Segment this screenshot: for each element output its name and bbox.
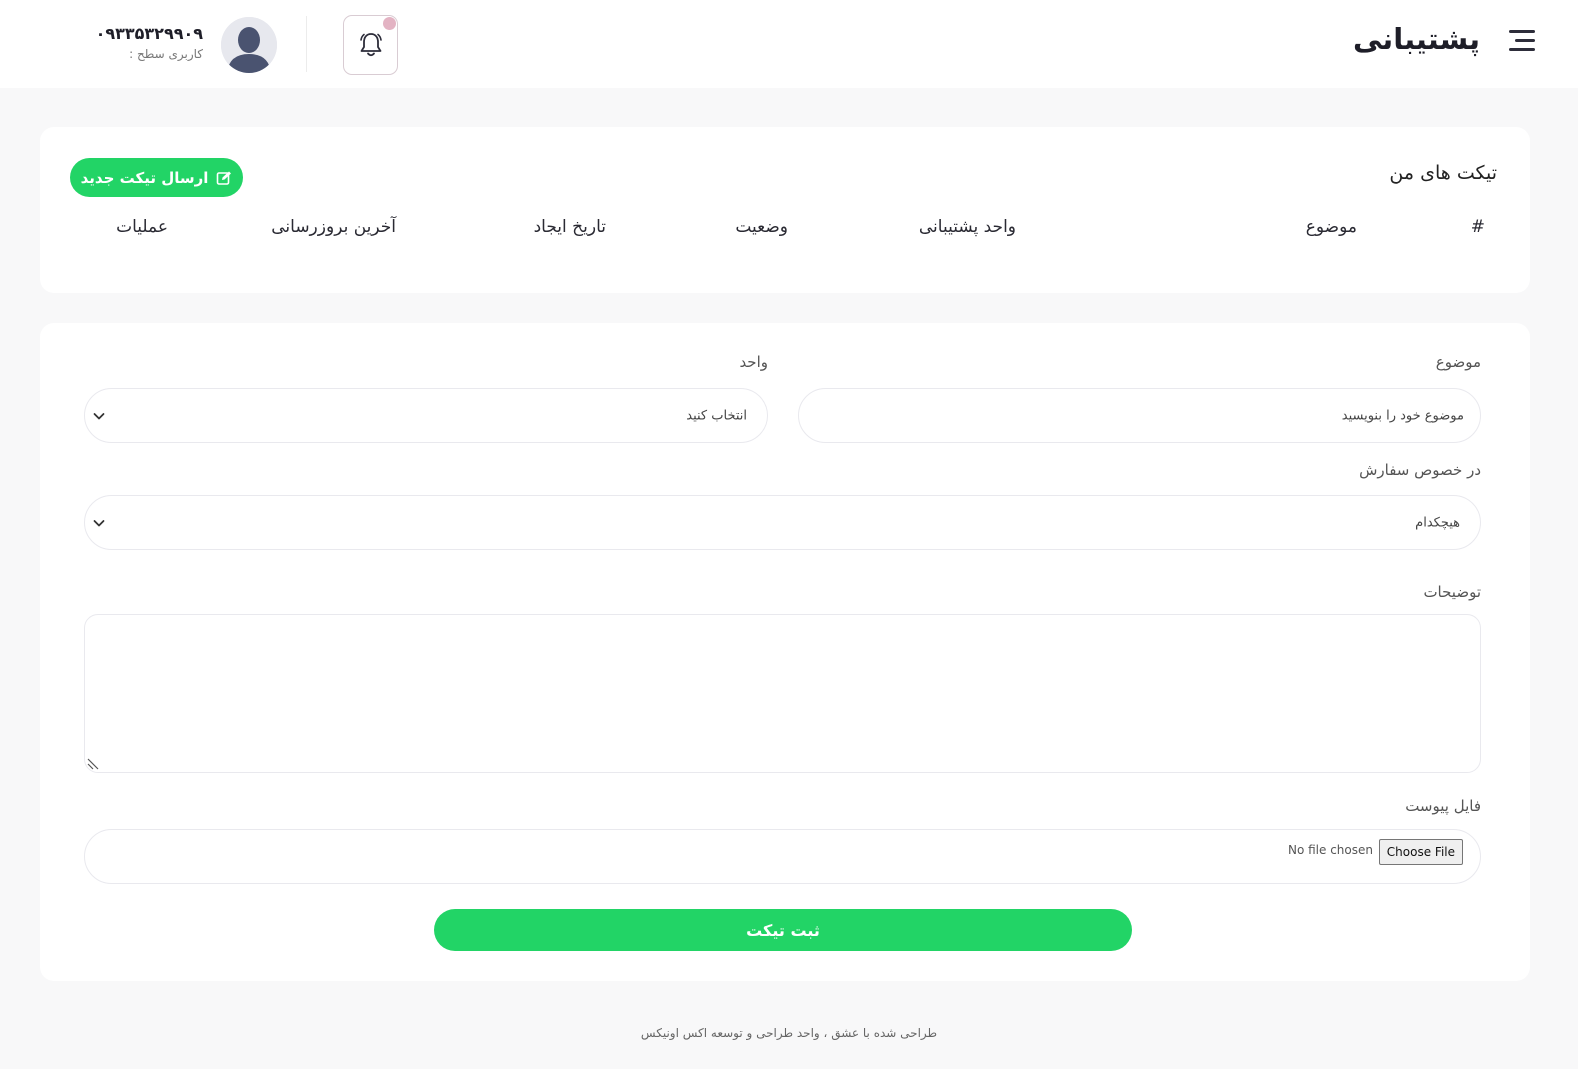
- user-phone: ۰۹۳۳۵۳۲۹۹۰۹: [95, 24, 203, 43]
- edit-icon: [217, 171, 232, 185]
- tickets-title: تیکت های من: [1389, 162, 1497, 184]
- notification-button[interactable]: [343, 15, 398, 75]
- column-header-subject: موضوع: [1305, 217, 1357, 237]
- user-level: کاربری سطح :: [129, 47, 203, 61]
- column-header-number: #: [1470, 217, 1485, 237]
- my-tickets-card: تیکت های من ارسال تیکت جدید # موضوع واحد…: [40, 127, 1530, 293]
- submit-ticket-button[interactable]: ثبت تیکت: [434, 909, 1132, 951]
- no-file-chosen-text: No file chosen: [1287, 843, 1373, 857]
- header-divider: [306, 16, 307, 72]
- order-select[interactable]: هیچکدام: [84, 495, 1481, 550]
- subject-placeholder: موضوع خود را بنویسید: [1341, 408, 1464, 423]
- attachment-file-input[interactable]: Choose File No file chosen: [84, 829, 1481, 884]
- description-label: توضیحات: [1423, 583, 1481, 601]
- column-header-actions: عملیات: [116, 217, 168, 237]
- subject-label: موضوع: [1435, 353, 1481, 371]
- subject-input[interactable]: موضوع خود را بنویسید: [798, 388, 1481, 443]
- column-header-support-unit: واحد پشتیبانی: [918, 217, 1016, 237]
- column-header-created-date: تاریخ ایجاد: [533, 217, 606, 237]
- chevron-down-icon: [93, 412, 105, 419]
- top-header: پشتیبانی ۰۹۳۳۵۳۲۹۹۰۹ کاربری سطح :: [0, 0, 1578, 88]
- user-avatar-icon[interactable]: [221, 17, 277, 73]
- chevron-down-icon: [93, 519, 105, 526]
- hamburger-menu-icon[interactable]: [1509, 28, 1535, 54]
- resize-handle-icon[interactable]: [87, 758, 99, 770]
- column-header-last-update: آخرین بروزرسانی: [271, 217, 396, 237]
- description-textarea[interactable]: [84, 614, 1481, 773]
- page-title: پشتیبانی: [1352, 22, 1480, 56]
- new-ticket-label: ارسال تیکت جدید: [80, 168, 209, 187]
- footer-credit: طراحی شده با عشق ، واحد طراحی و توسعه اک…: [640, 1026, 938, 1040]
- order-selected-value: هیچکدام: [1415, 515, 1460, 530]
- unit-label: واحد: [739, 353, 768, 371]
- order-label: در خصوص سفارش: [1359, 461, 1481, 479]
- column-header-status: وضعیت: [735, 217, 788, 237]
- bell-icon: [359, 33, 382, 57]
- notification-dot: [383, 17, 396, 30]
- new-ticket-button[interactable]: ارسال تیکت جدید: [70, 158, 243, 197]
- attachment-label: فایل پیوست: [1405, 797, 1481, 815]
- choose-file-button[interactable]: Choose File: [1378, 839, 1463, 865]
- unit-select[interactable]: انتخاب کنید: [84, 388, 768, 443]
- unit-selected-value: انتخاب کنید: [686, 408, 747, 423]
- new-ticket-form-card: موضوع موضوع خود را بنویسید واحد انتخاب ک…: [40, 323, 1530, 981]
